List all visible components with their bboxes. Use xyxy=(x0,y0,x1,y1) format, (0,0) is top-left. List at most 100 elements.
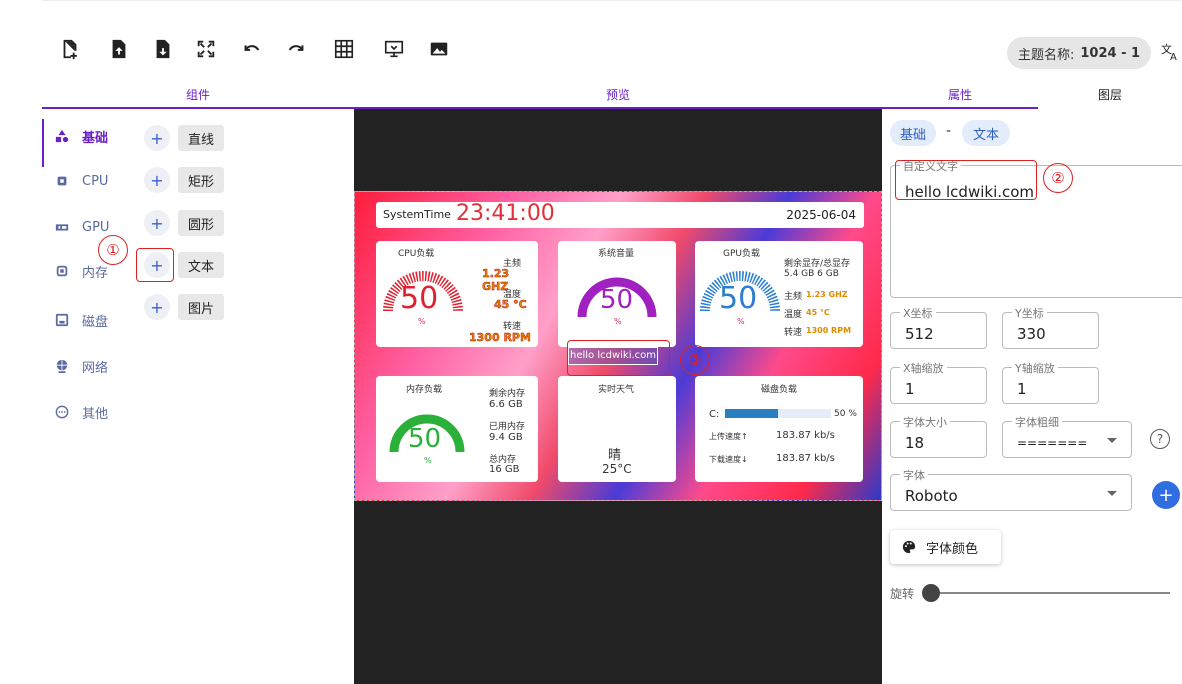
network-icon xyxy=(54,358,70,374)
system-time-bar: SystemTime 23:41:00 2025-06-04 xyxy=(376,201,864,228)
font-size-label: 字体大小 xyxy=(900,414,950,430)
toolbar: 主题名称: 1024 - 1 文A xyxy=(0,0,1182,85)
theme-name-chip[interactable]: 主题名称: 1024 - 1 xyxy=(1007,37,1151,69)
weather-card-title: 实时天气 xyxy=(598,385,635,395)
chevron-down-icon xyxy=(1107,491,1117,496)
undo-icon[interactable] xyxy=(239,36,265,62)
y-coordinate-field[interactable]: Y坐标 330 xyxy=(1002,305,1099,349)
component-label[interactable]: 矩形 xyxy=(178,167,224,193)
disk-usage-percent: 50 % xyxy=(834,409,857,419)
y-scale-value: 1 xyxy=(1017,380,1027,398)
toolbar-divider xyxy=(42,0,1182,1)
component-label[interactable]: 图片 xyxy=(178,294,224,320)
tab-properties[interactable]: 属性 xyxy=(882,85,1038,109)
volume-card-title: 系统音量 xyxy=(598,249,635,259)
annotation-marker-2: ② xyxy=(1043,163,1073,193)
cpu-temp-value: 45 °C xyxy=(494,298,527,311)
nav-item-gpu[interactable]: GPU xyxy=(54,215,109,239)
nav-active-indicator xyxy=(42,119,44,167)
annotation-highlight-custom-text xyxy=(895,160,1037,200)
component-label[interactable]: 文本 xyxy=(178,252,224,278)
nav-item-other[interactable]: 其他 xyxy=(54,400,108,424)
tab-layers[interactable]: 图层 xyxy=(1038,85,1182,109)
annotation-marker-1: ① xyxy=(98,235,128,265)
add-font-button[interactable]: + xyxy=(1152,481,1180,509)
font-weight-label: 字体粗细 xyxy=(1012,414,1062,430)
chip-basic[interactable]: 基础 xyxy=(890,120,936,146)
gpu-mem-label: 剩余显存/总显存 xyxy=(784,259,851,269)
translate-icon[interactable]: 文A xyxy=(1160,40,1182,63)
cpu-card[interactable]: CPU负载 50 % 主频 1.23 GHZ 温度 45 °C 转速 1300 … xyxy=(376,241,538,347)
rotation-slider-thumb[interactable] xyxy=(922,584,940,602)
system-date-value: 2025-06-04 xyxy=(786,208,856,222)
new-file-icon[interactable] xyxy=(57,36,83,62)
font-color-button[interactable]: 字体颜色 xyxy=(890,530,1001,564)
chip-text[interactable]: 文本 xyxy=(962,120,1010,146)
font-weight-select[interactable]: 字体粗细 ======= xyxy=(1002,414,1132,458)
memory-free-value: 6.6 GB xyxy=(489,399,523,410)
disk-upload-label: 上传速度↑ xyxy=(709,432,748,441)
font-family-select[interactable]: 字体 Roboto xyxy=(890,467,1132,511)
nav-item-label: 磁盘 xyxy=(82,314,109,330)
system-time-value: 23:41:00 xyxy=(456,201,555,226)
annotation-highlight-text-element xyxy=(567,340,670,376)
memory-icon xyxy=(54,263,70,279)
rotation-slider-track[interactable] xyxy=(932,592,1170,594)
cpu-icon xyxy=(54,173,70,189)
disk-drive-label: C: xyxy=(709,409,720,420)
fullscreen-icon[interactable] xyxy=(193,36,219,62)
weather-temperature: 25°C xyxy=(602,462,632,476)
svg-text:A: A xyxy=(1170,52,1177,62)
nav-item-label: 网络 xyxy=(82,360,109,376)
chip-separator: - xyxy=(946,123,952,139)
nav-item-disk[interactable]: 磁盘 xyxy=(54,308,108,332)
x-coordinate-field[interactable]: X坐标 512 xyxy=(890,305,987,349)
nav-item-cpu[interactable]: CPU xyxy=(54,169,108,193)
nav-item-network[interactable]: 网络 xyxy=(54,354,108,378)
upload-file-icon[interactable] xyxy=(106,36,132,62)
gpu-freq-label: 主频 xyxy=(784,292,803,302)
monitor-icon[interactable] xyxy=(381,36,407,62)
tab-properties-label: 属性 xyxy=(947,88,972,102)
tab-preview[interactable]: 预览 xyxy=(354,85,882,109)
gpu-load-value: 50 xyxy=(719,281,758,316)
components-sidebar: 基础 CPU GPU 内存 磁盘 网络 其他 + 直线 + 矩形 + 圆形 + … xyxy=(42,109,354,684)
add-rect-button[interactable]: + xyxy=(144,167,170,193)
component-label[interactable]: 圆形 xyxy=(178,210,224,236)
nav-item-memory[interactable]: 内存 xyxy=(54,259,108,283)
component-label[interactable]: 直线 xyxy=(178,125,224,151)
grid-icon[interactable] xyxy=(331,36,357,62)
memory-used-label: 已用内存 xyxy=(489,422,526,432)
x-coordinate-label: X坐标 xyxy=(900,305,936,321)
annotation-marker-3: ③ xyxy=(680,345,710,375)
disk-card[interactable]: 磁盘负载 C: 50 % 上传速度↑ 183.87 kb/s 下载速度↓ 183… xyxy=(695,376,863,482)
download-file-icon[interactable] xyxy=(150,36,176,62)
redo-icon[interactable] xyxy=(283,36,309,62)
x-scale-value: 1 xyxy=(905,380,915,398)
gpu-card[interactable]: GPU负载 50 % 剩余显存/总显存 5.4 GB 6 GB 主频 1.23 … xyxy=(695,241,863,347)
volume-value: 50 xyxy=(600,285,634,315)
help-icon[interactable]: ? xyxy=(1150,429,1170,449)
add-image-button[interactable]: + xyxy=(144,294,170,320)
y-scale-field[interactable]: Y轴缩放 1 xyxy=(1002,360,1099,404)
add-line-button[interactable]: + xyxy=(144,125,170,151)
memory-card[interactable]: 内存负载 50 % 剩余内存 6.6 GB 已用内存 9.4 GB 总内存 16… xyxy=(376,376,538,482)
tab-components[interactable]: 组件 xyxy=(42,85,354,109)
tab-components-label: 组件 xyxy=(185,88,210,102)
x-scale-field[interactable]: X轴缩放 1 xyxy=(890,360,987,404)
weather-card[interactable]: 实时天气 晴 25°C xyxy=(558,376,676,482)
palette-icon xyxy=(902,540,916,554)
y-scale-label: Y轴缩放 xyxy=(1012,360,1058,376)
add-circle-button[interactable]: + xyxy=(144,210,170,236)
font-size-field[interactable]: 字体大小 18 xyxy=(890,414,987,458)
image-icon[interactable] xyxy=(426,36,452,62)
nav-item-basic[interactable]: 基础 xyxy=(54,124,108,148)
gpu-speed-value: 1300 RPM xyxy=(806,326,852,335)
memory-load-value: 50 xyxy=(408,424,442,454)
nav-item-label: 内存 xyxy=(82,265,109,281)
volume-card[interactable]: 系统音量 50 % xyxy=(558,241,676,347)
system-time-label: SystemTime xyxy=(383,208,451,221)
disk-upload-value: 183.87 kb/s xyxy=(776,430,835,441)
gpu-temp-value: 45 °C xyxy=(806,308,830,317)
nav-item-label: CPU xyxy=(82,173,109,189)
